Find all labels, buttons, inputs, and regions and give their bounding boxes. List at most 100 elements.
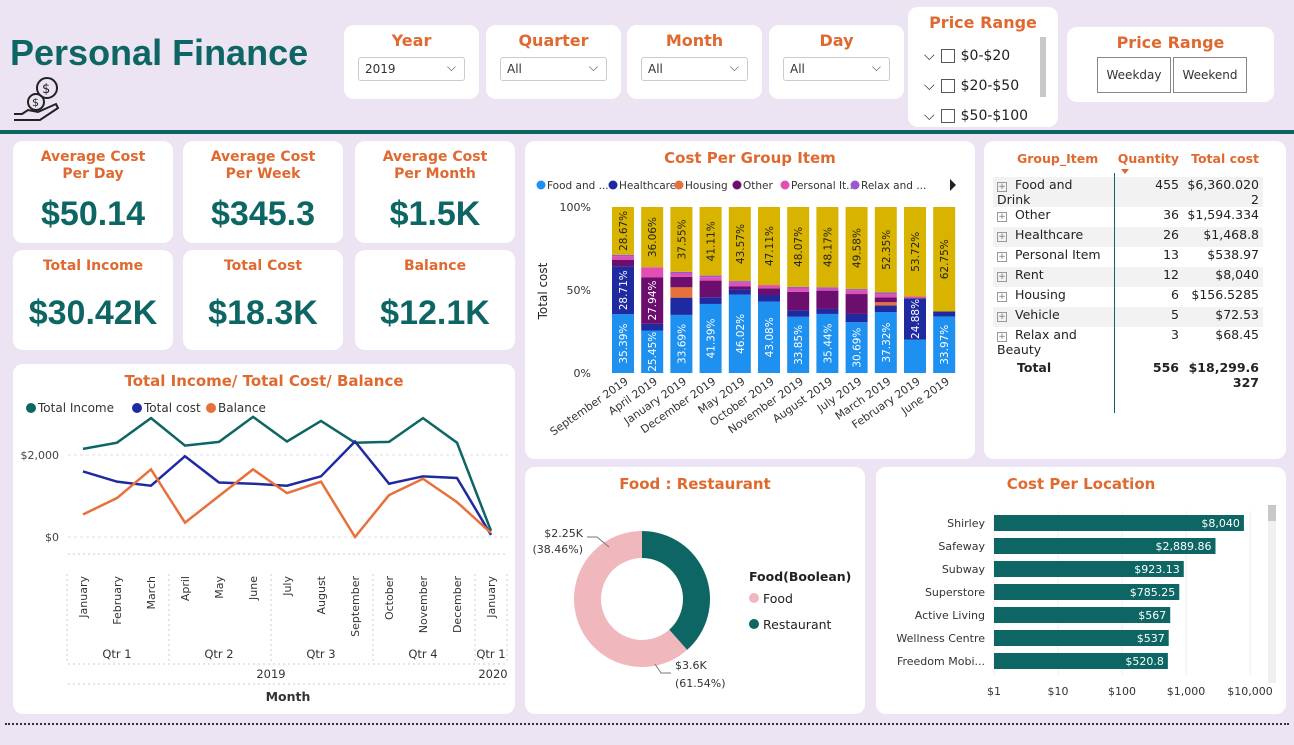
y-tick-label: Active Living: [915, 609, 985, 622]
data-label: 41.39%: [706, 318, 718, 358]
y-tick-label: Wellness Centre: [896, 632, 985, 645]
y-tick-label: Shirley: [947, 517, 985, 530]
col-header-total-cost[interactable]: Total cost: [1183, 151, 1263, 177]
quarter-dropdown[interactable]: All ⌵: [500, 57, 607, 81]
bar-segment: [758, 294, 780, 302]
row-item[interactable]: + Rent: [993, 267, 1113, 287]
data-label: 37.32%: [881, 322, 893, 362]
day-value: All: [790, 62, 805, 76]
y-tick-label: $0: [45, 531, 59, 544]
row-qty: 455: [1113, 177, 1183, 207]
table-row[interactable]: + Personal Item 13 $538.97: [993, 247, 1263, 267]
bar-segment: [699, 275, 722, 278]
chevron-down-icon: ⌵: [924, 78, 935, 94]
bar-segment: [699, 277, 722, 281]
checkbox[interactable]: [940, 79, 955, 93]
data-label: 35.39%: [618, 324, 630, 364]
table-scroll-area: Group_Item Quantity Total cost + Food and…: [993, 151, 1263, 390]
day-dropdown[interactable]: All ⌵: [783, 57, 890, 81]
table-row[interactable]: + Housing 6 $156.5285: [993, 287, 1263, 307]
scrollbar[interactable]: [1040, 37, 1046, 97]
legend-label: Balance: [218, 401, 266, 415]
table-row[interactable]: + Food and Drink 455 $6,360.0202: [993, 177, 1263, 207]
quarter-value: All: [507, 62, 522, 76]
table-row[interactable]: + Relax and Beauty 3 $68.45: [993, 327, 1263, 357]
year-dropdown[interactable]: 2019 ⌵: [358, 57, 465, 81]
price-range-option[interactable]: ⌵ $50-$100: [924, 101, 1028, 131]
scrollbar[interactable]: [1268, 505, 1276, 683]
donut-slice-restaurant: [642, 531, 710, 650]
checkbox[interactable]: [940, 49, 955, 63]
expand-icon[interactable]: +: [997, 312, 1007, 322]
sort-desc-icon: [1121, 169, 1129, 174]
total-cost-value: $18,299.6327: [1188, 360, 1259, 390]
quarter-label: Qtr 4: [408, 647, 437, 661]
price-range-button-label: Price Range: [1116, 33, 1225, 52]
expand-icon[interactable]: +: [997, 252, 1007, 262]
weekend-button[interactable]: Weekend: [1173, 57, 1247, 93]
table-row[interactable]: + Vehicle 5 $72.53: [993, 307, 1263, 327]
month-dropdown[interactable]: All ⌵: [641, 57, 748, 81]
row-item[interactable]: + Relax and Beauty: [993, 327, 1113, 357]
quarter-label: Qtr 1: [102, 647, 131, 661]
bar-segment: [641, 323, 664, 331]
series-line-balance: [82, 467, 492, 540]
expand-icon[interactable]: +: [997, 182, 1007, 192]
row-item[interactable]: + Housing: [993, 287, 1113, 307]
row-item[interactable]: + Food and Drink: [993, 177, 1113, 207]
row-item[interactable]: + Vehicle: [993, 307, 1113, 327]
bar-segment: [728, 289, 751, 295]
kpi-label: Average Cost Per Month: [382, 149, 488, 182]
col-header-group-item[interactable]: Group_Item: [993, 151, 1113, 177]
table-row[interactable]: + Healthcare 26 $1,468.8: [993, 227, 1263, 247]
legend-label: Personal It...: [791, 180, 856, 192]
legend-dot: [674, 180, 684, 190]
row-item[interactable]: + Other: [993, 207, 1113, 227]
bar-segment: [612, 259, 634, 267]
table-row[interactable]: + Other 36 $1,594.334: [993, 207, 1263, 227]
expand-icon[interactable]: +: [997, 292, 1007, 302]
kpi-value: $12.1K: [380, 294, 490, 332]
bar-segment: [728, 286, 751, 290]
x-tick-label: December: [451, 576, 464, 634]
price-range-option[interactable]: ⌵ $20-$50: [924, 71, 1028, 101]
chevron-down-icon: ⌵: [446, 60, 456, 74]
kpi-label: Average Cost Per Day: [40, 149, 146, 182]
y-axis-title: Total cost: [536, 262, 550, 320]
kpi-card: Average Cost Per Week $345.3: [183, 141, 343, 243]
checkbox[interactable]: [940, 109, 955, 123]
bar-segment: [816, 290, 839, 309]
row-item[interactable]: + Personal Item: [993, 247, 1113, 267]
kpi-card: Average Cost Per Month $1.5K: [355, 141, 515, 243]
data-label: 35.44%: [822, 323, 834, 363]
row-qty: 26: [1113, 227, 1183, 247]
kpi-value: $345.3: [211, 195, 315, 233]
weekday-button[interactable]: Weekday: [1097, 57, 1171, 93]
bar-segment: [816, 308, 839, 314]
income-cost-balance-card: Total Income/ Total Cost/ Balance Total …: [13, 364, 515, 714]
x-tick-label: January: [485, 576, 498, 619]
table-row[interactable]: + Rent 12 $8,040: [993, 267, 1263, 287]
row-cost-value: $8,040: [1215, 267, 1259, 282]
row-item-label: Housing: [1015, 287, 1066, 302]
bar-segment: [874, 297, 897, 303]
column-divider: [1114, 173, 1115, 413]
expand-icon[interactable]: +: [997, 212, 1007, 222]
bar-segment: [933, 311, 956, 317]
legend-dot: [536, 180, 546, 190]
chevron-down-icon: ⌵: [729, 60, 739, 74]
kpi-label: Total Cost: [223, 258, 303, 274]
row-cost: $156.5285: [1183, 287, 1263, 307]
bar-segment: [904, 339, 926, 373]
scrollbar-thumb[interactable]: [1268, 505, 1276, 521]
data-label: 33.97%: [939, 325, 951, 365]
bar-segment: [728, 282, 751, 287]
kpi-card: Balance $12.1K: [355, 250, 515, 350]
row-item[interactable]: + Healthcare: [993, 227, 1113, 247]
expand-icon[interactable]: +: [997, 272, 1007, 282]
bar-segment: [670, 273, 693, 277]
expand-icon[interactable]: +: [997, 232, 1007, 242]
expand-icon[interactable]: +: [997, 332, 1007, 342]
line-chart: Total Income Total cost Balance $2,000 $0 Jan…: [21, 401, 508, 704]
price-range-option[interactable]: ⌵ $0-$20: [924, 41, 1028, 71]
